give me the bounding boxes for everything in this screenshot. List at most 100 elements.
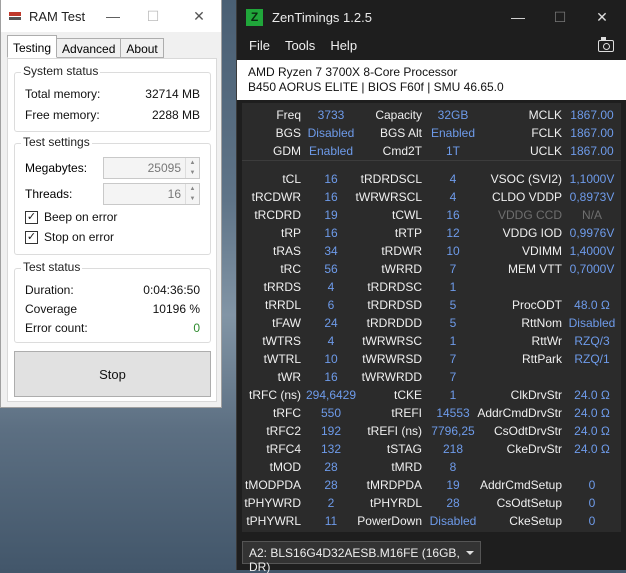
threads-input[interactable]: 16 ▲ ▼: [103, 183, 200, 205]
timing-value: 0,9976V: [569, 226, 615, 240]
duration-value: 0:04:36:50: [143, 283, 200, 297]
beep-on-error-label: Beep on error: [44, 210, 118, 224]
timing-value: 1: [449, 280, 457, 294]
timing-value: 2: [327, 496, 335, 510]
timing-value: 48.0 Ω: [574, 298, 610, 312]
system-status-label: System status: [21, 64, 101, 78]
timing-value: 16: [324, 172, 338, 186]
timing-value: Disabled: [568, 316, 616, 330]
stop-check-icon[interactable]: ✓: [25, 230, 38, 244]
timing-value: 24.0 Ω: [574, 388, 610, 402]
timing-value: 28: [324, 460, 338, 474]
timing-value: 1867.00: [570, 144, 614, 158]
screenshot-camera-icon[interactable]: [598, 37, 614, 52]
timing-value: 6: [327, 298, 335, 312]
top-separator: [242, 160, 621, 161]
timing-value: 0,8973V: [569, 190, 615, 204]
close-icon[interactable]: ✕: [185, 0, 213, 32]
zen-titlebar[interactable]: Z ZenTimings 1.2.5 — ☐ ✕: [237, 0, 626, 34]
timing-value: 5: [449, 316, 457, 330]
zen-menubar: File Tools Help: [249, 38, 372, 53]
timing-value: Enabled: [308, 144, 354, 158]
timing-value: 19: [324, 208, 338, 222]
timing-value: 1867.00: [570, 126, 614, 140]
timing-value: 7796,25: [431, 424, 475, 438]
megabytes-value: 25095: [147, 161, 181, 175]
tab-advanced[interactable]: Advanced: [56, 38, 122, 58]
timing-value: 7: [449, 370, 457, 384]
maximize-icon[interactable]: ☐: [139, 0, 167, 32]
dimm-select-dropdown[interactable]: A2: BLS16G4D32AESB.M16FE (16GB, DR): [242, 541, 481, 573]
beep-on-error-checkbox[interactable]: ✓ Beep on error: [25, 210, 117, 224]
timing-value: 10: [324, 352, 338, 366]
test-settings-label: Test settings: [21, 135, 92, 149]
timing-value: RZQ/3: [574, 334, 610, 348]
test-status-label: Test status: [21, 260, 83, 274]
timing-value: 3733: [317, 108, 345, 122]
test-settings-group: Test settings Megabytes: 25095 ▲ ▼ Thread…: [14, 135, 211, 255]
error-count-label: Error count:: [25, 321, 88, 335]
stop-button[interactable]: Stop: [14, 351, 211, 397]
timing-value: 24.0 Ω: [574, 424, 610, 438]
coverage-row: Coverage 10196 %: [25, 302, 200, 316]
system-status-group: System status Total memory: 32714 MB Fre…: [14, 64, 211, 132]
timing-value: 0,7000V: [569, 262, 615, 276]
timing-value: 7: [449, 352, 457, 366]
timing-value: 218: [442, 442, 464, 456]
tab-about[interactable]: About: [120, 38, 164, 58]
zen-maximize-icon[interactable]: ☐: [546, 0, 574, 34]
timing-value: 4: [449, 172, 457, 186]
zen-close-icon[interactable]: ✕: [588, 0, 616, 34]
timing-value: 0: [588, 514, 596, 528]
free-memory-row: Free memory: 2288 MB: [25, 108, 200, 122]
beep-check-icon[interactable]: ✓: [25, 210, 38, 224]
timing-value: 16: [324, 226, 338, 240]
timing-value: 4: [449, 190, 457, 204]
menu-tools[interactable]: Tools: [285, 38, 315, 53]
chevron-down-icon: [466, 551, 474, 555]
dimm-select-value: A2: BLS16G4D32AESB.M16FE (16GB, DR): [249, 546, 460, 573]
timing-value: 0: [588, 496, 596, 510]
minimize-icon[interactable]: —: [99, 0, 127, 32]
timing-value: 24.0 Ω: [574, 406, 610, 420]
free-memory-label: Free memory:: [25, 108, 100, 122]
megabytes-spinner[interactable]: ▲ ▼: [185, 158, 199, 178]
stop-on-error-checkbox[interactable]: ✓ Stop on error: [25, 230, 114, 244]
timing-value: 5: [449, 298, 457, 312]
menu-file[interactable]: File: [249, 38, 270, 53]
timing-value: 24.0 Ω: [574, 442, 610, 456]
megabytes-input[interactable]: 25095 ▲ ▼: [103, 157, 200, 179]
timing-value: Disabled: [429, 514, 477, 528]
timing-value: 550: [320, 406, 342, 420]
system-info: AMD Ryzen 7 3700X 8-Core Processor B450 …: [237, 60, 626, 100]
timing-value: 4: [327, 334, 335, 348]
timing-value: 12: [446, 226, 460, 240]
threads-value: 16: [167, 187, 181, 201]
zen-title: ZenTimings 1.2.5: [272, 9, 372, 25]
zentimings-window: Z ZenTimings 1.2.5 — ☐ ✕ File Tools Help…: [236, 0, 626, 573]
timing-value: 294,6429: [305, 388, 357, 402]
cpu-name: AMD Ryzen 7 3700X 8-Core Processor: [248, 65, 458, 79]
total-memory-label: Total memory:: [25, 87, 101, 101]
zen-minimize-icon[interactable]: —: [504, 0, 532, 34]
timing-value: 28: [446, 496, 460, 510]
duration-label: Duration:: [25, 283, 74, 297]
timing-value: 0: [588, 478, 596, 492]
threads-spinner[interactable]: ▲ ▼: [185, 184, 199, 204]
testing-panel: System status Total memory: 32714 MB Fre…: [7, 58, 217, 402]
ramtest-window: RAM Test — ☐ ✕ Testing Advanced About Sy…: [0, 0, 222, 408]
timing-value: 16: [324, 370, 338, 384]
duration-row: Duration: 0:04:36:50: [25, 283, 200, 297]
total-memory-value: 32714 MB: [145, 87, 200, 101]
ramtest-titlebar[interactable]: RAM Test — ☐ ✕: [1, 0, 221, 32]
tab-testing[interactable]: Testing: [7, 35, 58, 58]
timing-value: 8: [449, 460, 457, 474]
board-info: B450 AORUS ELITE | BIOS F60f | SMU 46.65…: [248, 80, 504, 94]
menu-help[interactable]: Help: [330, 38, 357, 53]
error-count-value: 0: [193, 321, 200, 335]
stop-on-error-label: Stop on error: [44, 230, 115, 244]
ramtest-tabs: Testing Advanced About: [7, 35, 164, 58]
timing-value: 1,1000V: [569, 172, 615, 186]
timing-label: AddrCmdDrvStr: [477, 406, 562, 420]
timing-value: 10: [446, 244, 460, 258]
